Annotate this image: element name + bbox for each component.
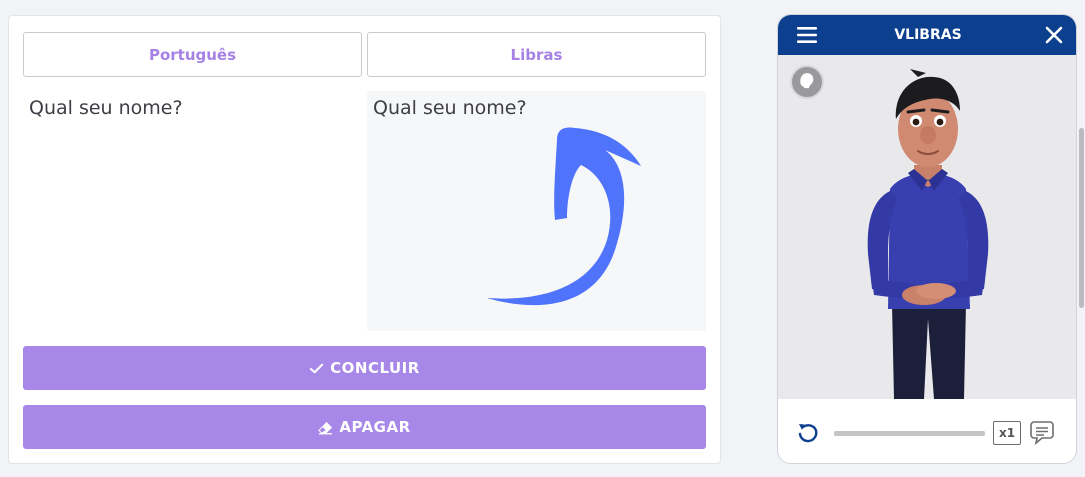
- check-icon: [310, 363, 324, 373]
- vlibras-widget: VLIBRAS x1: [777, 14, 1077, 464]
- playback-progress-fill: [834, 431, 985, 436]
- tab-libras[interactable]: Libras: [367, 32, 706, 77]
- avatar-stage: [778, 55, 1076, 399]
- page-scrollbar[interactable]: [1079, 128, 1084, 308]
- vlibras-logo-icon[interactable]: [790, 65, 824, 99]
- speed-button[interactable]: x1: [993, 421, 1021, 445]
- concluir-button[interactable]: CONCLUIR: [23, 346, 706, 390]
- playback-progress-bar[interactable]: [834, 431, 985, 436]
- replay-icon[interactable]: [796, 421, 820, 445]
- curved-arrow-icon: [487, 127, 641, 306]
- portugues-input[interactable]: Qual seu nome?: [23, 91, 362, 331]
- avatar-figure: [867, 69, 989, 399]
- subtitles-icon[interactable]: [1028, 419, 1056, 447]
- eraser-icon: [318, 421, 333, 434]
- concluir-label: CONCLUIR: [330, 359, 420, 377]
- translator-card: Português Libras Qual seu nome? Qual seu…: [8, 15, 721, 464]
- tab-portugues[interactable]: Português: [23, 32, 362, 77]
- hamburger-menu-icon[interactable]: [796, 25, 818, 45]
- close-icon[interactable]: [1044, 25, 1064, 45]
- vlibras-title: VLIBRAS: [894, 27, 962, 43]
- apagar-button[interactable]: APAGAR: [23, 405, 706, 449]
- apagar-label: APAGAR: [339, 418, 411, 436]
- player-controls: x1: [778, 399, 1076, 463]
- vlibras-header: VLIBRAS: [778, 15, 1076, 55]
